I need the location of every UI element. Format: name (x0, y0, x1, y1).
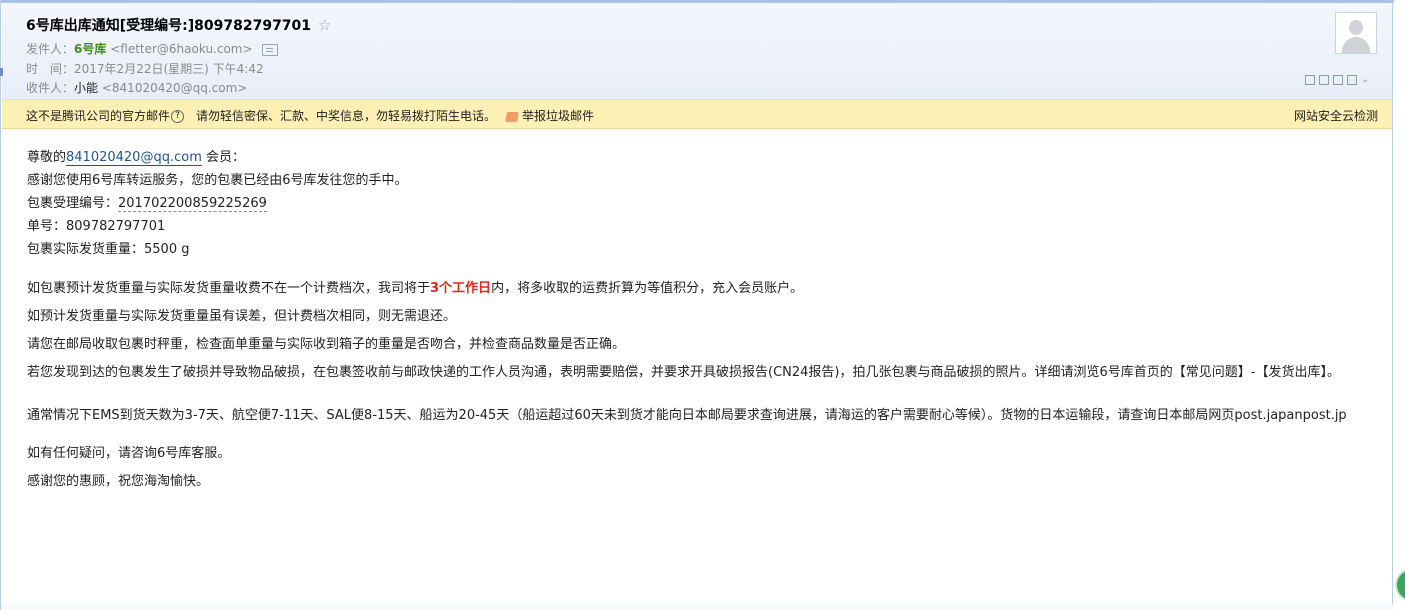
accept-number: 201702200859225269 (118, 196, 267, 212)
greeting-prefix: 尊敬的 (27, 150, 67, 165)
star-icon[interactable]: ☆ (318, 16, 331, 34)
mail-subject: 6号库出库通知[受理编号:]809782797701 ☆ (26, 15, 331, 35)
closing-paragraph: 感谢您的惠顾，祝您海淘愉快。 (27, 474, 210, 489)
from-label: 发件人： (26, 42, 75, 56)
chevron-down-icon[interactable]: ⌄ (1361, 75, 1369, 85)
from-row: 发件人：6号库 <fletter@6haoku.com> (26, 40, 279, 57)
weight-line: 包裹实际发货重量：5500 g (27, 242, 190, 257)
sender-address[interactable]: <fletter@6haoku.com> (110, 42, 252, 56)
new-window-icon[interactable] (1305, 75, 1315, 85)
recipient-address[interactable]: <841020420@qq.com> (102, 81, 248, 95)
accept-number-label: 包裹受理编号： (27, 196, 119, 211)
sender-avatar[interactable] (1335, 12, 1377, 54)
secure-check-link[interactable]: 网站安全云检测 (1294, 107, 1378, 124)
refund-text-a: 如包裹预计发货重量与实际发货重量收费不在一个计费档次，我司将于 (27, 281, 431, 296)
accept-number-line: 包裹受理编号：201702200859225269 (27, 192, 1367, 215)
order-number-line: 单号：809782797701 (27, 219, 166, 234)
help-icon[interactable]: ? (171, 110, 185, 123)
warning-text: 这不是腾讯公司的官方邮件? 请勿轻信密保、汇款、中奖信息，勿轻易拨打陌生电话。 举报… (26, 107, 594, 124)
subject-text: 6号库出库通知[受理编号:]809782797701 (26, 18, 312, 34)
print-icon[interactable] (1333, 75, 1343, 85)
shipping-time-paragraph: 通常情况下EMS到货天数为3-7天、航空便7-11天、SAL便8-15天、船运为… (27, 408, 1347, 423)
refund-highlight: 3个工作日 (430, 281, 492, 296)
mail-header: 6号库出库通知[受理编号:]809782797701 ☆ 发件人：6号库 <fl… (2, 3, 1392, 100)
to-row: 收件人：小能 <841020420@qq.com> (26, 79, 247, 96)
greeting-email-link[interactable]: 841020420@qq.com (66, 150, 202, 166)
report-label: 举报垃圾邮件 (522, 109, 595, 123)
time-label: 时 间： (26, 62, 75, 76)
bottom-edge (1, 604, 1394, 610)
to-label: 收件人： (26, 81, 75, 95)
view-icon[interactable] (1319, 75, 1329, 85)
refund-text-b: 内，将多收取的运费折算为等值积分，充入会员账户。 (491, 281, 804, 296)
warning-text2: 请勿轻信密保、汇款、中奖信息，勿轻易拨打陌生电话。 (196, 109, 497, 123)
refund-paragraph: 如包裹预计发货重量与实际发货重量收费不在一个计费档次，我司将于3个工作日内，将多… (27, 275, 1367, 303)
check-weight-paragraph: 请您在邮局收取包裹时秤重，检查面单重量与实际收到箱子的重量是否吻合，并检查商品数… (27, 337, 626, 352)
warning-text1: 这不是腾讯公司的官方邮件 (26, 109, 171, 123)
recipient-name[interactable]: 小能 (74, 81, 98, 95)
thanks-line: 感谢您使用6号库转运服务，您的包裹已经由6号库发往您的手中。 (27, 173, 408, 188)
contact-card-icon[interactable] (262, 43, 279, 56)
contact-paragraph: 如有任何疑问，请咨询6号库客服。 (27, 446, 231, 461)
floating-assistant-icon[interactable] (1395, 568, 1405, 602)
mail-reader: 6号库出库通知[受理编号:]809782797701 ☆ 发件人：6号库 <fl… (0, 0, 1394, 610)
time-row: 时 间：2017年2月22日(星期三) 下午4:42 (26, 60, 264, 77)
mail-body: 尊敬的841020420@qq.com 会员： 感谢您使用6号库转运服务，您的包… (27, 146, 1367, 496)
security-warning-bar: 这不是腾讯公司的官方邮件? 请勿轻信密保、汇款、中奖信息，勿轻易拨打陌生电话。 举报… (2, 100, 1392, 129)
damage-paragraph: 若您发现到达的包裹发生了破损并导致物品破损，在包裹签收前与邮政快递的工作人员沟通… (27, 365, 1340, 380)
avatar-head (1349, 20, 1363, 35)
time-value: 2017年2月22日(星期三) 下午4:42 (74, 62, 264, 76)
report-spam-link[interactable]: 举报垃圾邮件 (505, 109, 595, 123)
left-marker (0, 68, 3, 76)
sender-name[interactable]: 6号库 (74, 42, 106, 56)
save-icon[interactable] (1347, 75, 1357, 85)
greeting: 尊敬的841020420@qq.com 会员： (27, 146, 1367, 169)
greeting-suffix: 会员： (201, 150, 245, 165)
avatar-body (1342, 37, 1370, 53)
header-tools: ⌄ (1305, 75, 1369, 85)
no-refund-paragraph: 如预计发货重量与实际发货重量虽有误差，但计费档次相同，则无需退还。 (27, 309, 457, 324)
report-icon (505, 111, 519, 122)
